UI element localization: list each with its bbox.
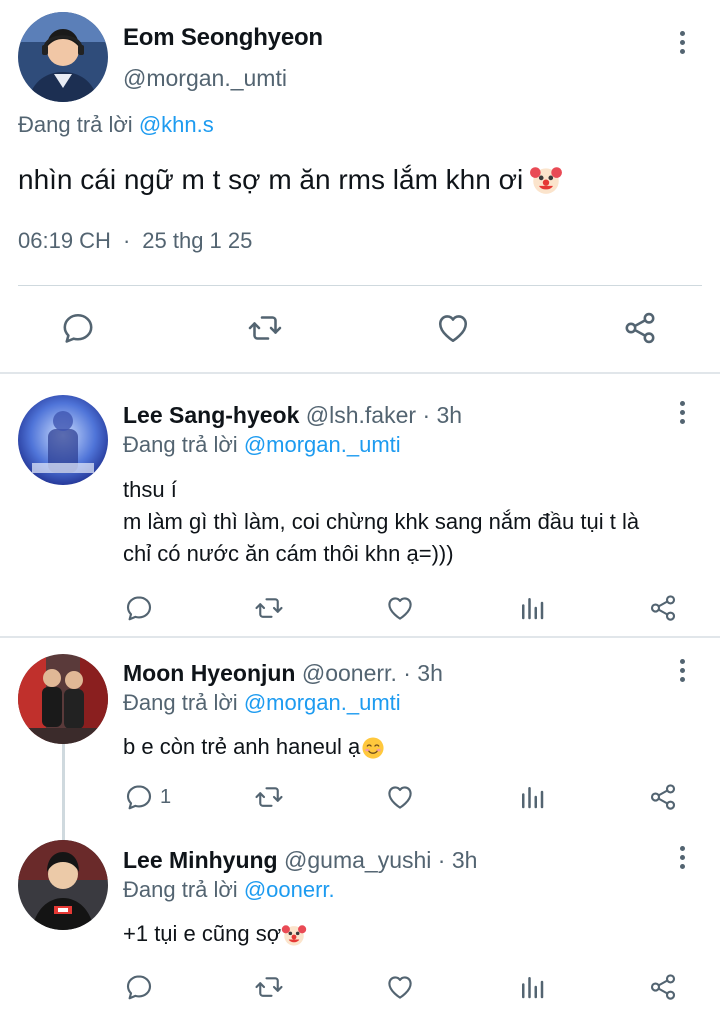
share-icon[interactable] <box>620 308 660 348</box>
replying-to: Đang trả lời @morgan._umti <box>123 690 401 716</box>
divider <box>0 372 720 374</box>
share-icon[interactable] <box>648 972 678 1002</box>
separator: · <box>403 660 411 686</box>
reply-icon[interactable] <box>124 972 154 1002</box>
avatar[interactable] <box>18 654 108 744</box>
reply-button[interactable]: 1 <box>124 782 171 812</box>
replying-to-link[interactable]: @oonerr. <box>244 877 335 902</box>
date: 25 thg 1 25 <box>142 228 253 253</box>
more-vertical-icon[interactable] <box>670 843 694 871</box>
share-icon[interactable] <box>648 782 678 812</box>
retweet-icon[interactable] <box>254 972 284 1002</box>
reply-icon[interactable] <box>124 593 154 623</box>
more-vertical-icon[interactable] <box>670 656 694 684</box>
reply-icon[interactable] <box>58 308 98 348</box>
heart-icon[interactable] <box>433 308 473 348</box>
handle[interactable]: @morgan._umti <box>123 65 287 92</box>
display-name[interactable]: Eom Seonghyeon <box>123 24 323 52</box>
text-line: +1 tụi e cũng sợ <box>123 918 307 950</box>
text-content: b e còn trẻ anh haneul ạ <box>123 734 361 759</box>
text-line: b e còn trẻ anh haneul ạ <box>123 731 386 763</box>
clown-face-emoji <box>281 922 307 948</box>
tweet-text: thsu í m làm gì thì làm, coi chừng khk s… <box>123 474 639 570</box>
age: 3h <box>451 847 478 873</box>
retweet-icon[interactable] <box>254 593 284 623</box>
replying-label: Đang trả lời <box>123 877 238 902</box>
handle[interactable]: @oonerr. <box>302 660 397 686</box>
thread-line <box>62 742 65 840</box>
handle[interactable]: @lsh.faker <box>306 402 416 428</box>
divider <box>18 285 702 286</box>
smiling-face-emoji <box>360 735 386 761</box>
replying-to: Đang trả lời @khn.s <box>18 112 214 138</box>
text-content: +1 tụi e cũng sợ <box>123 921 282 946</box>
age: 3h <box>417 660 443 686</box>
avatar[interactable] <box>18 395 108 485</box>
replying-to-link[interactable]: @morgan._umti <box>244 690 401 715</box>
replying-to-link[interactable]: @morgan._umti <box>244 432 401 457</box>
views-icon[interactable] <box>517 782 547 812</box>
text-line: thsu í <box>123 477 177 502</box>
views-icon[interactable] <box>517 593 547 623</box>
separator: · <box>422 402 431 428</box>
separator: · <box>437 847 446 873</box>
time: 06:19 CH <box>18 228 111 253</box>
name-line: Lee Minhyung @guma_yushi · 3h <box>123 847 477 874</box>
heart-icon[interactable] <box>385 972 415 1002</box>
replying-to: Đang trả lời @oonerr. <box>123 877 335 903</box>
share-icon[interactable] <box>648 593 678 623</box>
replying-label: Đang trả lời <box>123 432 238 457</box>
tweet-text-content: nhìn cái ngữ m t sợ m ăn rms lắm khn ơi <box>18 164 524 195</box>
views-icon[interactable] <box>517 972 547 1002</box>
display-name[interactable]: Moon Hyeonjun <box>123 660 295 686</box>
tweet-text: nhìn cái ngữ m t sợ m ăn rms lắm khn ơi <box>18 162 563 198</box>
name-line: Lee Sang-hyeok @lsh.faker · 3h <box>123 402 462 429</box>
separator: · <box>122 228 131 253</box>
name-line: Moon Hyeonjun @oonerr. · 3h <box>123 660 443 687</box>
replying-to: Đang trả lời @morgan._umti <box>123 432 401 458</box>
heart-icon[interactable] <box>385 782 415 812</box>
replying-to-link[interactable]: @khn.s <box>139 112 214 137</box>
more-vertical-icon[interactable] <box>670 398 694 426</box>
reply-icon <box>124 782 154 812</box>
timestamp[interactable]: 06:19 CH · 25 thg 1 25 <box>18 228 252 254</box>
retweet-icon[interactable] <box>254 782 284 812</box>
retweet-icon[interactable] <box>245 308 285 348</box>
text-line: m làm gì thì làm, coi chừng khk sang nắm… <box>123 509 640 534</box>
display-name[interactable]: Lee Sang-hyeok <box>123 402 299 428</box>
handle[interactable]: @guma_yushi <box>284 847 431 873</box>
reply-count: 1 <box>160 785 172 808</box>
heart-icon[interactable] <box>385 593 415 623</box>
replying-label: Đang trả lời <box>123 690 238 715</box>
divider <box>0 636 720 638</box>
avatar[interactable] <box>18 12 108 102</box>
avatar[interactable] <box>18 840 108 930</box>
clown-face-emoji <box>529 163 563 197</box>
age: 3h <box>436 402 463 428</box>
tweet-text: b e còn trẻ anh haneul ạ <box>123 731 386 763</box>
tweet-text: +1 tụi e cũng sợ <box>123 918 307 950</box>
replying-label: Đang trả lời <box>18 112 133 137</box>
text-line: chỉ có nước ăn cám thôi khn ạ=))) <box>123 541 454 566</box>
main-tweet: Eom Seonghyeon @morgan._umti Đang trả lờ… <box>0 0 720 372</box>
display-name[interactable]: Lee Minhyung <box>123 847 278 873</box>
more-vertical-icon[interactable] <box>670 28 694 56</box>
